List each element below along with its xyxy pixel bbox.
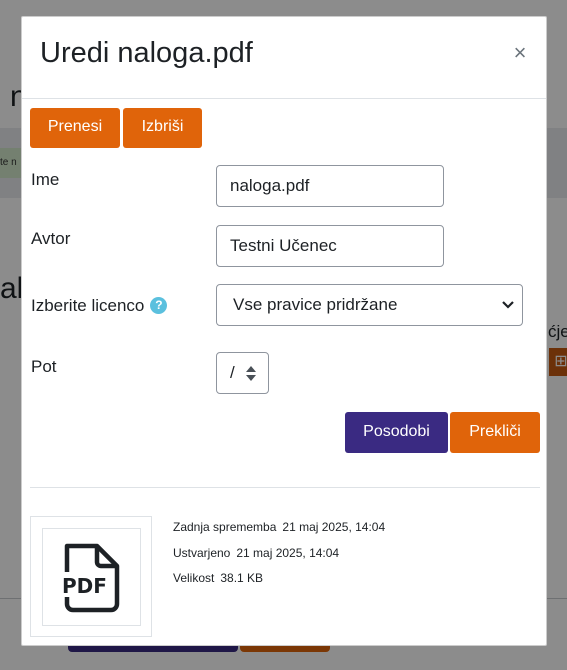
name-field[interactable]: naloga.pdf xyxy=(216,165,444,207)
help-icon[interactable]: ? xyxy=(150,297,168,314)
name-label: Ime xyxy=(31,170,60,189)
path-select[interactable]: / xyxy=(216,352,269,394)
file-thumbnail: PDF xyxy=(30,516,152,637)
close-icon[interactable]: × xyxy=(510,41,530,65)
created-label: Ustvarjeno xyxy=(173,546,231,560)
size-label: Velikost xyxy=(173,571,215,585)
edit-file-dialog: Uredi naloga.pdf × Prenesi Izbriši Ime n… xyxy=(21,16,547,646)
dialog-title: Uredi naloga.pdf xyxy=(40,37,253,69)
dialog-divider xyxy=(30,487,540,488)
modified-info: Zadnja sprememba 21 maj 2025, 14:04 xyxy=(173,520,385,534)
license-label: Izberite licenco xyxy=(31,296,145,315)
path-label: Pot xyxy=(31,357,57,376)
svg-text:PDF: PDF xyxy=(62,574,107,598)
chevron-down-icon xyxy=(502,285,514,341)
license-select[interactable]: Vse pravice pridržane xyxy=(216,284,523,326)
delete-button[interactable]: Izbriši xyxy=(123,108,202,148)
update-button[interactable]: Posodobi xyxy=(345,412,448,453)
cancel-button[interactable]: Prekliči xyxy=(450,412,540,453)
size-value: 38.1 KB xyxy=(220,571,264,585)
modified-label: Zadnja sprememba xyxy=(173,520,277,534)
modified-value: 21 maj 2025, 14:04 xyxy=(282,520,386,534)
file-thumbnail-frame: PDF xyxy=(42,528,141,626)
updown-arrows-icon xyxy=(246,363,256,383)
created-info: Ustvarjeno 21 maj 2025, 14:04 xyxy=(173,546,339,560)
path-select-value: / xyxy=(230,363,235,382)
upload-button[interactable]: Prenesi xyxy=(30,108,120,148)
license-label-row: Izberite licenco? xyxy=(31,296,168,316)
license-select-value: Vse pravice pridržane xyxy=(233,295,398,314)
dialog-header: Uredi naloga.pdf × xyxy=(22,17,546,99)
pdf-file-icon: PDF xyxy=(60,543,120,613)
created-value: 21 maj 2025, 14:04 xyxy=(236,546,340,560)
size-info: Velikost 38.1 KB xyxy=(173,571,263,585)
author-field[interactable]: Testni Učenec xyxy=(216,225,444,267)
author-label: Avtor xyxy=(31,229,71,248)
